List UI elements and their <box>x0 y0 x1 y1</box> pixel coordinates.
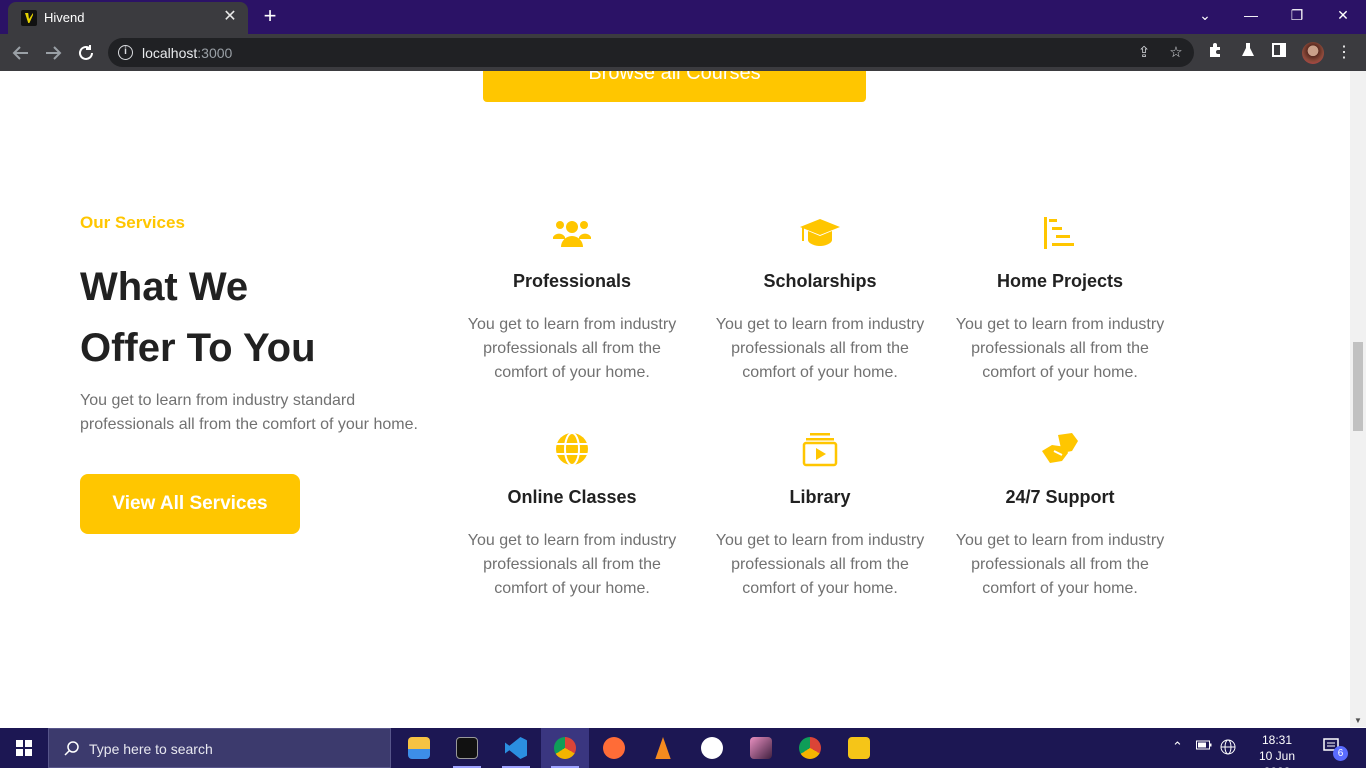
browse-all-courses-button[interactable]: Browse all Courses <box>483 71 866 102</box>
battery-icon[interactable] <box>1196 739 1212 754</box>
system-clock[interactable]: 18:31 10 Jun 2022 <box>1244 732 1310 780</box>
notification-count-badge: 6 <box>1333 746 1348 761</box>
clock-date: 10 Jun 2022 <box>1258 749 1296 779</box>
stream-list-icon <box>1040 213 1080 253</box>
page-scrollbar[interactable]: ▼ <box>1350 71 1366 727</box>
vscode-icon <box>505 737 527 759</box>
globe-icon <box>552 429 592 469</box>
vlc-cone-icon <box>655 737 671 759</box>
file-explorer-app[interactable] <box>395 728 443 768</box>
folder-icon <box>408 737 430 759</box>
card-title: Home Projects <box>996 271 1124 291</box>
side-panel-icon[interactable] <box>1267 41 1291 65</box>
terminal-app[interactable] <box>443 728 491 768</box>
browser-tab-strip: Hivend ✕ + ⌄ — ❐ ✕ <box>0 0 1366 34</box>
windows-logo-icon <box>16 740 32 756</box>
card-title: Online Classes <box>507 487 637 507</box>
card-text: You get to learn from industry professio… <box>467 316 677 381</box>
chrome-app[interactable] <box>786 728 834 768</box>
lock-app-icon <box>848 737 870 759</box>
card-text: You get to learn from industry professio… <box>955 532 1165 597</box>
browser-toolbar: i localhost:3000 ⇪ ☆ ⋮ <box>0 34 1366 71</box>
back-arrow-icon[interactable] <box>8 40 34 66</box>
card-text: You get to learn from industry professio… <box>715 316 925 381</box>
card-text: You get to learn from industry professio… <box>955 316 1165 381</box>
new-tab-button[interactable]: + <box>258 4 282 28</box>
view-all-services-button[interactable]: View All Services <box>80 474 300 534</box>
clock-time: 18:31 <box>1261 733 1293 747</box>
vlc-app[interactable] <box>639 728 687 768</box>
postman-icon <box>603 737 625 759</box>
card-text: You get to learn from industry professio… <box>715 532 925 597</box>
profile-avatar[interactable] <box>1302 42 1324 64</box>
services-heading: What We Offer To You <box>80 257 460 379</box>
photos-app[interactable] <box>737 728 785 768</box>
network-globe-icon[interactable] <box>1220 739 1236 758</box>
scrollbar-thumb[interactable] <box>1353 342 1363 431</box>
search-icon <box>63 740 81 763</box>
taskbar-search-box[interactable]: Type here to search <box>48 728 391 768</box>
photos-icon <box>750 737 772 759</box>
graduation-cap-icon <box>800 213 840 253</box>
terminal-icon <box>456 737 478 759</box>
password-manager-app[interactable] <box>835 728 883 768</box>
minimize-button[interactable]: — <box>1228 0 1274 30</box>
chrome-dev-app[interactable] <box>541 728 589 768</box>
extensions-puzzle-icon[interactable] <box>1204 41 1228 65</box>
site-info-icon[interactable]: i <box>118 45 133 60</box>
chrome-icon <box>799 737 821 759</box>
mongodb-leaf-icon <box>701 737 723 759</box>
browser-tab[interactable]: Hivend ✕ <box>8 2 248 34</box>
windows-taskbar: Type here to search ⌃ 18:31 10 Jun 2022 … <box>0 728 1366 779</box>
tab-close-icon[interactable]: ✕ <box>220 7 240 27</box>
users-icon <box>552 213 592 253</box>
address-bar[interactable]: i localhost:3000 ⇪ ☆ <box>108 38 1194 67</box>
mongodb-compass-app[interactable] <box>688 728 736 768</box>
labs-flask-icon[interactable] <box>1236 41 1260 65</box>
chrome-dev-icon <box>554 737 576 759</box>
card-title: Scholarships <box>763 271 877 291</box>
forward-arrow-icon[interactable] <box>40 40 66 66</box>
postman-app[interactable] <box>590 728 638 768</box>
services-eyebrow: Our Services <box>80 213 185 232</box>
bookmark-star-icon[interactable]: ☆ <box>1165 42 1187 64</box>
reload-icon[interactable] <box>73 40 99 66</box>
close-window-button[interactable]: ✕ <box>1320 0 1366 30</box>
restore-button[interactable]: ❐ <box>1274 0 1320 30</box>
scroll-down-arrow-icon[interactable]: ▼ <box>1354 716 1362 725</box>
more-menu-icon[interactable]: ⋮ <box>1332 41 1356 65</box>
card-title: Professionals <box>512 271 632 291</box>
hivend-favicon-icon <box>21 10 37 26</box>
services-description: You get to learn from industry standard … <box>80 392 418 433</box>
play-library-icon <box>800 429 840 469</box>
handshake-icon <box>1040 429 1080 469</box>
tab-search-dropdown-icon[interactable]: ⌄ <box>1182 0 1228 30</box>
url-text: localhost:3000 <box>142 45 233 61</box>
tab-title: Hivend <box>44 10 85 25</box>
vscode-app[interactable] <box>492 728 540 768</box>
card-title: 24/7 Support <box>1005 487 1115 507</box>
card-title: Library <box>789 487 851 507</box>
start-button[interactable] <box>0 728 48 768</box>
page-viewport: Browse all Courses Our Services What We … <box>0 71 1350 727</box>
services-heading-line2: Offer To You <box>80 326 316 370</box>
search-placeholder: Type here to search <box>89 741 213 757</box>
show-hidden-icons-chevron-icon[interactable]: ⌃ <box>1172 739 1183 755</box>
share-icon[interactable]: ⇪ <box>1133 42 1155 64</box>
services-heading-line1: What We <box>80 265 249 309</box>
card-text: You get to learn from industry professio… <box>467 532 677 597</box>
